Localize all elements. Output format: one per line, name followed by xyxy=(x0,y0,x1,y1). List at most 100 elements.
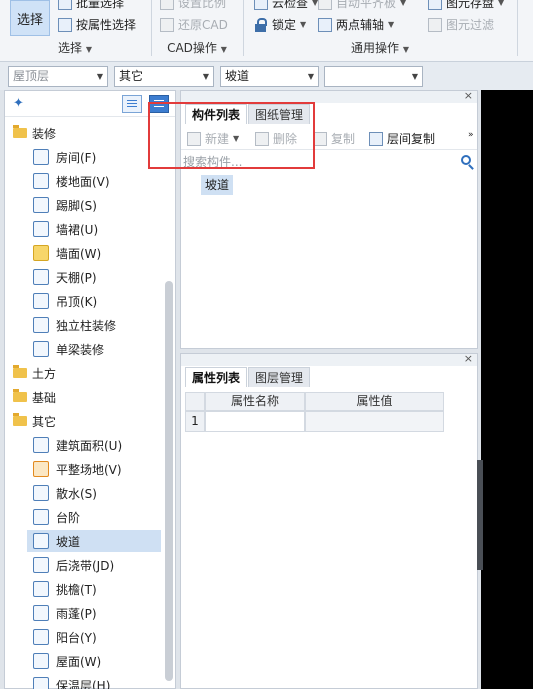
category-select[interactable]: 其它 ▼ xyxy=(114,66,214,87)
skirting-icon xyxy=(33,197,49,213)
common-group-label[interactable]: 通用操作 ▼ xyxy=(244,39,516,56)
component-type-select-value: 坡道 xyxy=(225,69,250,83)
set-scale-label: 设置比例 xyxy=(178,0,227,10)
tree-item-label: 阳台(Y) xyxy=(56,630,97,645)
more-icon[interactable]: » xyxy=(468,130,474,140)
tree-item-label: 吊顶(K) xyxy=(56,294,98,309)
tree-item-label: 后浇带(JD) xyxy=(56,558,115,573)
copy-button[interactable]: 复制 xyxy=(313,130,355,147)
splitter-handle[interactable] xyxy=(477,460,483,570)
tree-item[interactable]: 楼地面(V) xyxy=(5,169,161,193)
batch-select-button[interactable]: 批量选择 xyxy=(58,0,124,11)
close-icon[interactable]: × xyxy=(464,352,473,365)
tree-item[interactable]: 房间(F) xyxy=(5,145,161,169)
cad-group-label[interactable]: CAD操作 ▼ xyxy=(152,39,242,56)
tree-category[interactable]: 其它 xyxy=(5,409,161,433)
tree-item[interactable]: 单梁装修 xyxy=(5,337,161,361)
tree-item[interactable]: 雨蓬(P) xyxy=(5,601,161,625)
tree-item[interactable]: 建筑面积(U) xyxy=(5,433,161,457)
two-point-axis-label: 两点辅轴 xyxy=(336,18,385,32)
select-by-property-button[interactable]: 按属性选择 xyxy=(58,16,136,33)
component-type-select[interactable]: 坡道 ▼ xyxy=(220,66,319,87)
floor-surface-icon xyxy=(33,173,49,189)
folder-icon xyxy=(13,365,27,378)
element-filter-label: 图元过滤 xyxy=(446,18,495,32)
tree-item-label: 挑檐(T) xyxy=(56,582,97,597)
drawing-canvas[interactable] xyxy=(481,90,533,689)
search-icon[interactable] xyxy=(461,155,471,165)
tree-item[interactable]: 保温层(H) xyxy=(5,673,161,689)
property-row[interactable]: 1 xyxy=(185,411,444,432)
tree-item-label: 房间(F) xyxy=(56,150,97,165)
tree-item-label: 墙面(W) xyxy=(56,246,102,261)
property-name-cell[interactable] xyxy=(205,411,305,432)
lock-label: 锁定 xyxy=(272,18,297,32)
dado-icon xyxy=(33,221,49,237)
post-pour-strip-icon xyxy=(33,557,49,573)
tree-category-label: 土方 xyxy=(32,366,57,381)
tree-item[interactable]: 平整场地(V) xyxy=(5,457,161,481)
canopy-icon xyxy=(33,605,49,621)
batch-select-icon xyxy=(58,0,72,10)
cloud-check-button[interactable]: 云检查 ▼ xyxy=(254,0,318,11)
tree-item-selected[interactable]: 坡道 xyxy=(5,529,161,553)
eave-icon xyxy=(33,581,49,597)
tree-item[interactable]: 屋面(W) xyxy=(5,649,161,673)
add-star-icon[interactable]: ✦ xyxy=(13,96,24,111)
separator xyxy=(517,0,518,56)
element-save-button[interactable]: 图元存盘 ▼ xyxy=(428,0,504,11)
close-icon[interactable]: × xyxy=(464,89,473,102)
select-button[interactable]: 选择 xyxy=(10,0,50,36)
two-point-axis-button[interactable]: 两点辅轴 ▼ xyxy=(318,16,394,33)
ceiling-icon xyxy=(33,269,49,285)
tree-category[interactable]: 基础 xyxy=(5,385,161,409)
tree-item[interactable]: 踢脚(S) xyxy=(5,193,161,217)
component-select[interactable]: ▼ xyxy=(324,66,423,87)
chevron-down-icon: ▼ xyxy=(96,72,103,81)
select-group-label[interactable]: 选择 ▼ xyxy=(0,39,150,56)
element-filter-button[interactable]: 图元过滤 xyxy=(428,16,494,33)
tree-item-label: 楼地面(V) xyxy=(56,174,110,189)
filter-bar: 屋顶层 ▼ 其它 ▼ 坡道 ▼ ▼ xyxy=(0,62,533,90)
tree-item[interactable]: 天棚(P) xyxy=(5,265,161,289)
lock-button[interactable]: 锁定 ▼ xyxy=(254,16,306,33)
ribbon: 选择 批量选择 按属性选择 选择 ▼ 设置比例 还原CAD CAD操作 ▼ 云检… xyxy=(0,0,533,62)
tree-item[interactable]: 吊顶(K) xyxy=(5,289,161,313)
component-list-item[interactable]: 坡道 xyxy=(201,175,234,195)
element-save-icon xyxy=(428,0,442,10)
tab-property-list[interactable]: 属性列表 xyxy=(185,367,248,387)
floor-copy-button[interactable]: 层间复制 xyxy=(369,130,435,147)
row-number: 1 xyxy=(185,411,205,432)
restore-cad-button[interactable]: 还原CAD xyxy=(160,16,228,33)
tree-item[interactable]: 阳台(Y) xyxy=(5,625,161,649)
property-value-cell[interactable] xyxy=(305,411,444,432)
tree-scrollbar[interactable] xyxy=(165,281,173,681)
tree-item[interactable]: 墙面(W) xyxy=(5,241,161,265)
tree-category[interactable]: 装修 xyxy=(5,121,161,145)
balcony-icon xyxy=(33,629,49,645)
tree-item[interactable]: 后浇带(JD) xyxy=(5,553,161,577)
floor-select[interactable]: 屋顶层 ▼ xyxy=(8,66,108,87)
column-header[interactable]: 属性值 xyxy=(305,392,444,411)
tree-item[interactable]: 挑檐(T) xyxy=(5,577,161,601)
tree-item-label: 平整场地(V) xyxy=(56,462,122,477)
element-save-label: 图元存盘 xyxy=(446,0,495,10)
tree-item[interactable]: 台阶 xyxy=(5,505,161,529)
floor-select-value: 屋顶层 xyxy=(13,69,50,83)
auto-align-slab-button[interactable]: 自动平齐板 ▼ xyxy=(318,0,406,11)
tab-layer-management[interactable]: 图层管理 xyxy=(248,367,311,387)
tree-category[interactable]: 土方 xyxy=(5,361,161,385)
tree-item-label: 单梁装修 xyxy=(56,342,105,357)
chevron-down-icon: ▼ xyxy=(498,0,505,7)
copy-label: 复制 xyxy=(331,132,356,146)
column-header[interactable]: 属性名称 xyxy=(205,392,305,411)
set-scale-icon xyxy=(160,0,174,10)
annotation-highlight-box xyxy=(148,102,315,169)
tree-item[interactable]: 墙裙(U) xyxy=(5,217,161,241)
tree-item[interactable]: 散水(S) xyxy=(5,481,161,505)
list-view-button[interactable] xyxy=(122,95,142,113)
tree-item[interactable]: 独立柱装修 xyxy=(5,313,161,337)
common-group: 云检查 ▼ 锁定 ▼ 自动平齐板 ▼ 两点辅轴 ▼ 图元存盘 ▼ 图元过滤 通用… xyxy=(244,0,516,62)
steps-icon xyxy=(33,509,49,525)
set-scale-button[interactable]: 设置比例 xyxy=(160,0,226,11)
